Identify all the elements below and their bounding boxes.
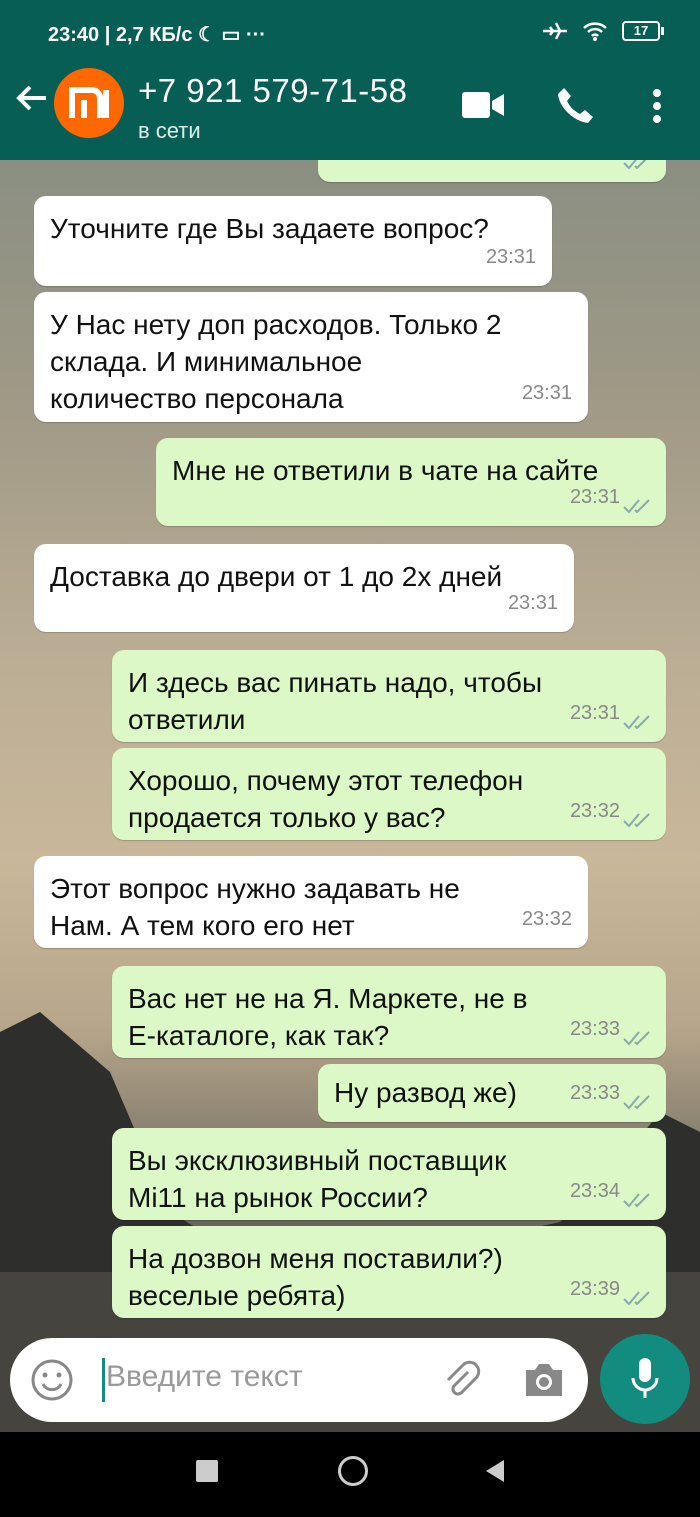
message-outgoing[interactable]: Вы эксклюзивный поставщик Mi11 на рынок …	[112, 1128, 666, 1220]
message-text: И здесь вас пинать надо, чтобы ответили	[128, 667, 543, 735]
system-nav-bar	[0, 1432, 700, 1517]
message-outgoing[interactable]: Вас нет не на Я. Маркете, не в Е-каталог…	[112, 966, 666, 1058]
message-time: 23:33	[569, 1082, 620, 1104]
message-time: 23:31	[485, 246, 536, 268]
message-text: Вас нет не на Я. Маркете, не в Е-каталог…	[128, 983, 528, 1051]
message-outgoing[interactable]: На дозвон меня поставили?) веселые ребят…	[112, 1226, 666, 1318]
attach-icon[interactable]	[438, 1358, 482, 1402]
message-outgoing[interactable]: Хорошо, почему этот телефон продается то…	[112, 748, 666, 840]
mi-logo-icon	[69, 87, 109, 118]
message-incoming[interactable]: У Нас нету доп расходов. Только 2 склада…	[34, 292, 588, 422]
airplane-icon	[543, 22, 567, 40]
avatar[interactable]	[54, 68, 124, 138]
recent-apps-button[interactable]	[196, 1460, 218, 1482]
status-left-text: 23:40 | 2,7 КБ/с ☾ ▭ ···	[48, 24, 266, 46]
message-text: Мне не ответили в чате на сайте	[172, 455, 599, 486]
message-time: 23:31	[521, 382, 572, 404]
read-ticks-icon	[623, 1031, 650, 1046]
emoji-icon[interactable]	[30, 1358, 74, 1402]
message-text: Доставка до двери от 1 до 2х дней	[50, 561, 503, 592]
text-caret	[102, 1358, 105, 1402]
message-time: 23:39	[569, 1278, 620, 1300]
read-ticks-icon	[623, 813, 650, 828]
message-input-bar[interactable]: Введите текст	[10, 1338, 588, 1422]
read-ticks-icon	[623, 160, 647, 170]
message-time: 23:33	[569, 1018, 620, 1040]
message-time: 23:31	[569, 486, 620, 508]
message-text: Этот вопрос нужно задавать не Нам. А тем…	[50, 873, 460, 941]
microphone-icon	[631, 1358, 659, 1398]
read-ticks-icon	[623, 1193, 650, 1208]
message-time: 23:31	[507, 592, 558, 614]
chat-header: +7 921 579-71-58 в сети	[0, 52, 700, 160]
more-options-icon[interactable]	[650, 88, 664, 124]
message-input[interactable]: Введите текст	[106, 1360, 303, 1394]
contact-status: в сети	[138, 118, 201, 143]
message-partial	[318, 160, 666, 182]
phone-call-icon[interactable]	[556, 86, 594, 124]
home-button[interactable]	[338, 1456, 368, 1486]
message-time: 23:32	[569, 800, 620, 822]
video-call-icon[interactable]	[462, 90, 504, 120]
message-time: 23:34	[569, 1180, 620, 1202]
camera-icon[interactable]	[522, 1360, 566, 1400]
wifi-icon	[583, 22, 607, 41]
message-time: 23:31	[569, 702, 620, 724]
message-incoming[interactable]: Уточните где Вы задаете вопрос? 23:31	[34, 196, 552, 286]
battery-icon: 17	[622, 21, 664, 41]
read-ticks-icon	[623, 715, 650, 730]
message-text: Вы эксклюзивный поставщик Mi11 на рынок …	[128, 1145, 507, 1213]
message-outgoing[interactable]: Мне не ответили в чате на сайте 23:31	[156, 438, 666, 526]
back-nav-icon[interactable]	[484, 1458, 506, 1484]
message-text: У Нас нету доп расходов. Только 2 склада…	[50, 309, 502, 414]
message-text: На дозвон меня поставили?) веселые ребят…	[128, 1243, 503, 1311]
message-outgoing[interactable]: Ну развод же) 23:33	[318, 1064, 666, 1122]
message-text: Ну развод же)	[334, 1077, 517, 1108]
message-time: 23:32	[521, 908, 572, 930]
read-ticks-icon	[623, 1095, 650, 1110]
read-ticks-icon	[623, 499, 650, 514]
message-incoming[interactable]: Доставка до двери от 1 до 2х дней 23:31	[34, 544, 574, 632]
read-ticks-icon	[623, 1291, 650, 1306]
back-arrow-icon[interactable]	[12, 78, 52, 118]
contact-name[interactable]: +7 921 579-71-58	[138, 72, 407, 110]
status-bar: 23:40 | 2,7 КБ/с ☾ ▭ ··· 17	[0, 0, 700, 52]
chat-area[interactable]: Уточните где Вы задаете вопрос? 23:31 У …	[0, 160, 700, 1432]
message-text: Уточните где Вы задаете вопрос?	[50, 213, 489, 244]
status-right-icons: 17	[542, 20, 664, 42]
voice-message-button[interactable]	[600, 1334, 690, 1424]
message-outgoing[interactable]: И здесь вас пинать надо, чтобы ответили …	[112, 650, 666, 742]
message-incoming[interactable]: Этот вопрос нужно задавать не Нам. А тем…	[34, 856, 588, 948]
message-text: Хорошо, почему этот телефон продается то…	[128, 765, 524, 833]
